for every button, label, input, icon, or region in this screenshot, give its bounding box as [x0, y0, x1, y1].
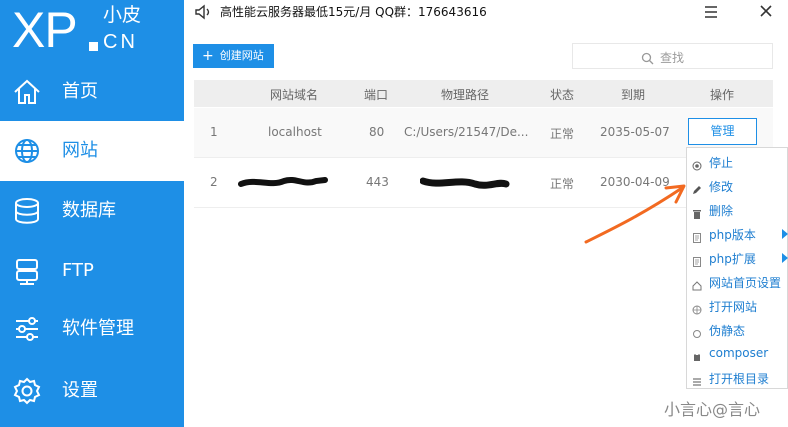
list-icon [692, 372, 702, 386]
logo-main-text: XP [12, 2, 78, 58]
menu-item-homepage-settings[interactable]: 网站首页设置 [687, 269, 788, 293]
globe-icon [12, 136, 42, 166]
menu-item-rewrite[interactable]: 伪静态 [687, 317, 788, 341]
sidebar: XP 小皮 CN 首页 网站 数据库 FTP 软件管理 设置 [0, 0, 184, 427]
redacted-domain-scribble [238, 177, 328, 187]
pencil-icon [692, 180, 702, 194]
nav-label-software: 软件管理 [62, 318, 134, 339]
column-header-domain: 网站域名 [270, 88, 319, 102]
file-icon [692, 252, 702, 267]
refresh-icon [692, 324, 702, 338]
table-header: 网站域名 端口 物理路径 状态 到期 操作 [194, 80, 773, 107]
menu-item-edit[interactable]: 修改 [687, 173, 788, 197]
context-menu: 停止 修改 删除 php版本 php扩展 网站首页设置 打开网站 伪静态 com… [686, 147, 788, 389]
stop-icon [692, 156, 702, 171]
menu-item-open-website[interactable]: 打开网站 [687, 293, 788, 317]
column-header-action: 操作 [710, 88, 735, 102]
nav-item-settings[interactable]: 设置 [0, 361, 184, 421]
menu-label-edit: 修改 [709, 180, 734, 194]
row-port: 80 [369, 125, 385, 139]
row-index: 2 [210, 175, 218, 189]
nav-item-ftp[interactable]: FTP [0, 241, 184, 301]
row-path: C:/Users/21547/De... [404, 125, 529, 139]
row-status: 正常 [550, 127, 575, 141]
server-icon [12, 256, 42, 286]
manage-button[interactable]: 管理 [688, 118, 757, 145]
row-domain: localhost [268, 125, 322, 139]
nav-item-website[interactable]: 网站 [0, 121, 184, 181]
search-icon [641, 50, 654, 65]
row-expire: 2035-05-07 [600, 125, 670, 139]
logo-dot [89, 42, 98, 51]
create-website-label: 创建网站 [219, 49, 264, 62]
composer-icon [692, 348, 702, 361]
nav-item-database[interactable]: 数据库 [0, 181, 184, 241]
menu-item-open-root[interactable]: 打开根目录 [687, 365, 788, 389]
menu-item-stop[interactable]: 停止 [687, 149, 788, 173]
nav-label-database: 数据库 [62, 200, 116, 221]
menu-label-homepage-settings: 网站首页设置 [709, 276, 782, 290]
column-header-status: 状态 [550, 88, 575, 102]
column-header-expire: 到期 [621, 88, 646, 102]
menu-label-php-version: php版本 [709, 228, 756, 242]
nav-label-ftp: FTP [62, 260, 94, 281]
menu-label-composer: composer [709, 346, 769, 360]
file-icon [692, 228, 702, 243]
search-placeholder: 查找 [660, 51, 685, 65]
close-icon[interactable] [758, 3, 774, 19]
menu-item-php-version[interactable]: php版本 [687, 221, 788, 245]
watermark-text: 小言心@言心 [664, 400, 761, 419]
annotation-arrow-icon [584, 184, 686, 244]
logo-en-text: CN [103, 31, 138, 53]
top-bar: 高性能云服务器最低15元/月 QQ群：176643616 [184, 0, 788, 26]
nav-label-home: 首页 [62, 81, 98, 102]
plus-icon: + [202, 48, 214, 64]
nav-label-settings: 设置 [62, 380, 98, 401]
redacted-path-scribble [420, 177, 510, 189]
search-input[interactable]: 查找 [572, 43, 773, 69]
row-port: 443 [366, 175, 389, 189]
row-status: 正常 [550, 177, 575, 191]
nav-item-software[interactable]: 软件管理 [0, 299, 184, 359]
create-website-button[interactable]: + 创建网站 [193, 44, 274, 68]
speaker-icon [194, 3, 212, 21]
submenu-arrow-icon [782, 229, 788, 239]
home-icon [12, 77, 42, 107]
globe-icon [692, 300, 702, 315]
row-index: 1 [210, 125, 218, 139]
trash-icon [692, 204, 702, 219]
menu-label-rewrite: 伪静态 [709, 324, 746, 338]
menu-label-open-root: 打开根目录 [709, 372, 770, 386]
database-icon [12, 196, 42, 226]
menu-item-delete[interactable]: 删除 [687, 197, 788, 221]
gear-icon [12, 376, 42, 406]
column-header-port: 端口 [364, 88, 389, 102]
menu-item-php-extension[interactable]: php扩展 [687, 245, 788, 269]
menu-label-open-website: 打开网站 [709, 300, 758, 314]
nav-item-home[interactable]: 首页 [0, 62, 184, 122]
menu-label-php-extension: php扩展 [709, 252, 756, 266]
sliders-icon [12, 314, 42, 344]
notice-text: 高性能云服务器最低15元/月 QQ群：176643616 [220, 5, 487, 19]
menu-item-composer[interactable]: composer [687, 341, 788, 365]
menu-label-stop: 停止 [709, 156, 734, 170]
logo-cn-text: 小皮 [103, 4, 142, 26]
submenu-arrow-icon [782, 253, 788, 263]
menu-label-delete: 删除 [709, 204, 734, 218]
home-icon [692, 276, 702, 291]
app-logo: XP 小皮 CN [0, 0, 184, 62]
nav-label-website: 网站 [62, 140, 98, 161]
column-header-path: 物理路径 [441, 88, 490, 102]
menu-icon[interactable] [703, 4, 719, 20]
